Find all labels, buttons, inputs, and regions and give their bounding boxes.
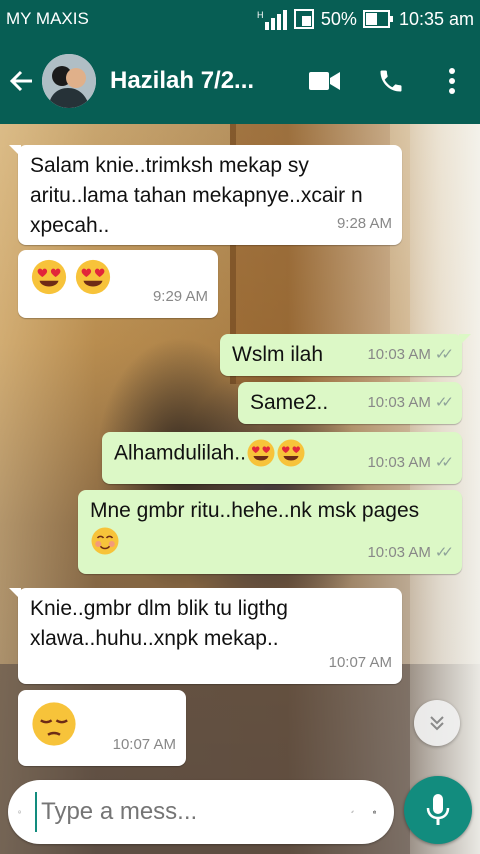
attach-paperclip-icon[interactable] xyxy=(351,795,355,829)
composer xyxy=(8,780,394,844)
read-ticks-icon: ✓✓ xyxy=(434,544,454,561)
scroll-to-bottom-button[interactable] xyxy=(414,700,460,746)
read-ticks-icon: ✓✓ xyxy=(434,394,454,411)
message-text: Wslm ilah xyxy=(232,343,324,366)
message-time: 10:03 AM xyxy=(367,394,431,411)
avatar-image xyxy=(42,54,96,108)
message-text: Mne gmbr ritu..hehe..nk msk pages xyxy=(90,499,420,522)
double-chevron-down-icon xyxy=(430,716,444,731)
chat-header: Hazilah 7/2... xyxy=(0,38,480,124)
clock: 10:35 am xyxy=(398,8,474,29)
sim-card-icon xyxy=(293,9,314,29)
message-meta: 10:03 AM ✓✓ xyxy=(367,388,454,418)
message-meta: 10:03 AM ✓✓ xyxy=(367,340,454,370)
video-camera-icon xyxy=(309,72,340,90)
message-outgoing[interactable]: Wslm ilah 10:03 AM ✓✓ xyxy=(220,334,471,376)
more-vert-icon xyxy=(449,68,455,94)
message-outgoing[interactable]: Mne gmbr ritu..hehe..nk msk pages 10:03 … xyxy=(78,490,462,574)
message-input[interactable] xyxy=(35,792,352,832)
camera-icon[interactable] xyxy=(372,797,376,827)
message-time: 10:03 AM xyxy=(367,346,431,363)
message-time: 10:07 AM xyxy=(328,654,392,671)
microphone-icon xyxy=(426,794,450,825)
message-time: 10:03 AM xyxy=(367,454,431,471)
message-meta: 10:03 AM ✓✓ xyxy=(367,538,454,568)
phone-icon xyxy=(380,70,402,92)
carrier-name: MY MAXIS xyxy=(6,9,89,28)
message-meta: 9:29 AM xyxy=(153,282,208,312)
read-ticks-icon: ✓✓ xyxy=(434,346,454,363)
voice-call-button[interactable] xyxy=(358,38,424,124)
message-outgoing[interactable]: Alhamdulilah.. 10:03 AM ✓✓ xyxy=(102,432,462,484)
message-time: 10:03 AM xyxy=(367,544,431,561)
status-icons: H 50% 10:35 am xyxy=(257,8,474,30)
pensive-emoji-icon xyxy=(32,702,76,746)
more-options-button[interactable] xyxy=(424,38,480,124)
message-meta: 10:07 AM xyxy=(329,648,392,678)
message-text: Salam knie..trimksh mekap sy aritu..lama… xyxy=(30,154,363,237)
message-text: Alhamdulilah.. xyxy=(114,441,246,465)
video-call-button[interactable] xyxy=(292,38,358,124)
back-button[interactable] xyxy=(0,38,42,124)
voice-message-button[interactable] xyxy=(404,776,472,844)
message-time: 10:07 AM xyxy=(112,736,176,753)
contact-avatar[interactable] xyxy=(42,54,96,108)
contact-name[interactable]: Hazilah 7/2... xyxy=(110,67,292,95)
message-meta: 10:07 AM xyxy=(113,730,176,760)
heart-eyes-emoji-icon xyxy=(277,439,305,467)
message-text: Same2.. xyxy=(250,391,329,414)
back-arrow-icon xyxy=(9,70,32,92)
svg-text:H: H xyxy=(257,10,264,20)
message-incoming[interactable]: 10:07 AM xyxy=(18,690,186,766)
message-meta: 10:03 AM ✓✓ xyxy=(367,448,454,478)
signal-icon: H xyxy=(257,10,287,30)
message-meta: 9:28 AM xyxy=(337,209,392,239)
heart-eyes-emoji-icon xyxy=(75,259,110,295)
read-ticks-icon: ✓✓ xyxy=(434,454,454,471)
message-time: 9:28 AM xyxy=(336,215,392,232)
heart-eyes-emoji-icon xyxy=(31,259,67,295)
message-incoming[interactable]: Knie..gmbr dlm blik tu ligthg xlawa..huh… xyxy=(9,588,402,684)
heart-eyes-emoji-icon xyxy=(247,439,275,467)
smiling-blush-emoji-icon xyxy=(91,527,119,555)
battery-percent: 50% xyxy=(320,8,357,29)
message-incoming[interactable]: 9:29 AM xyxy=(18,250,218,318)
message-incoming[interactable]: Salam knie..trimksh mekap sy aritu..lama… xyxy=(9,145,402,245)
message-time: 9:29 AM xyxy=(152,288,208,305)
status-bar: MY MAXIS H 50% 10:35 am xyxy=(0,0,480,38)
message-text: Knie..gmbr dlm blik tu ligthg xlawa..huh… xyxy=(30,597,288,650)
emoji-picker-icon[interactable] xyxy=(18,797,22,827)
battery-icon xyxy=(362,10,393,28)
message-outgoing[interactable]: Same2.. 10:03 AM ✓✓ xyxy=(238,382,462,424)
